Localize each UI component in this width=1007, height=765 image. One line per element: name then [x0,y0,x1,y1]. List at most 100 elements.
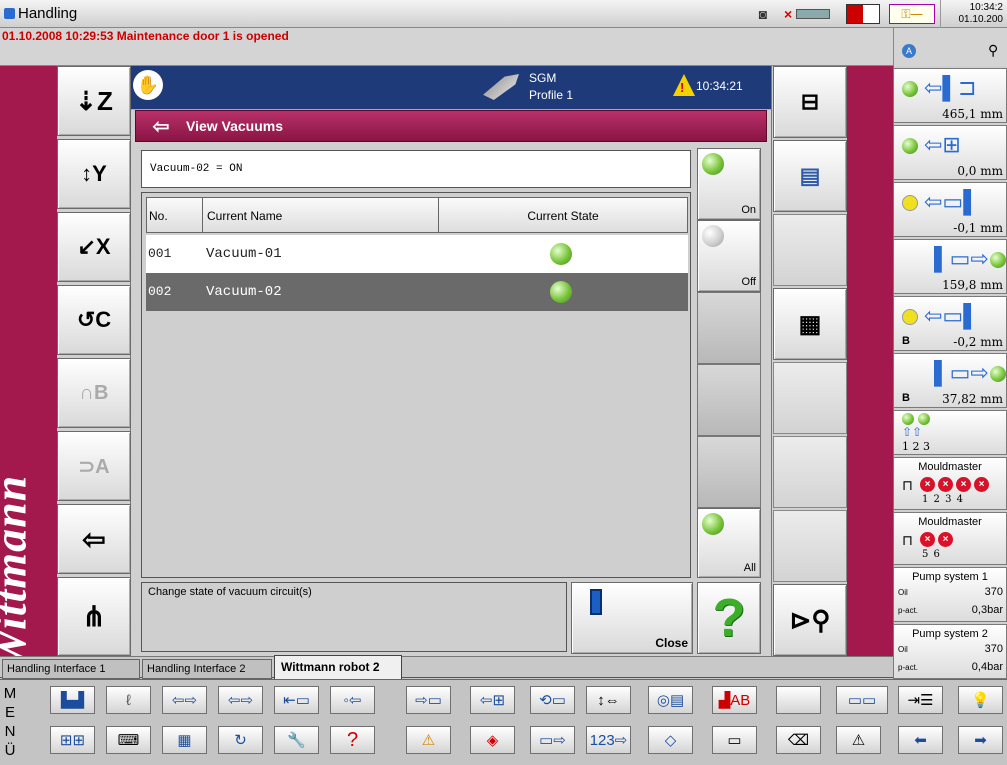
mould-circuit-3-icon: × [956,477,971,492]
axis-z-position[interactable]: ⇦▌⊐ 465,1 mm [893,68,1007,123]
mouldmaster-2[interactable]: Mouldmaster ⊓ × × 5 6 [893,512,1007,565]
connection-icon[interactable]: ⚲ [988,42,998,59]
mouldmaster-1[interactable]: Mouldmaster ⊓ × × × × 1 2 3 4 [893,457,1007,510]
axis-x-pos-icon: ⇦▭▌ [924,189,979,214]
axis-home-icon: ⇤▭ [283,692,310,709]
teach-mode-button[interactable]: ▙▟ [50,686,95,714]
pump-system-1[interactable]: Pump system 1 Oil 370 p-act. 0,3bar [893,567,1007,622]
axis-c-button[interactable]: ↺C [57,285,131,355]
temperature-button[interactable]: ℓ [106,686,151,714]
gripper-move-icon: ⇨▭ [415,692,442,709]
alarm-button[interactable]: ⚠ [406,726,451,754]
hand-mode-icon[interactable]: ✋ [133,70,163,100]
axis-move-button-2[interactable]: ⇦⇨ [218,686,263,714]
axis-x-position[interactable]: ⇦▭▌ -0,1 mm [893,182,1007,237]
vacuum-title-icon: ⇦ [152,115,170,138]
network-button[interactable]: ⊞⊞ [50,726,95,754]
io-button[interactable]: ⊳⚲ [773,584,847,656]
rotation-icon: ⟲▭ [539,692,566,709]
close-button[interactable]: Close [571,582,693,654]
computer-button[interactable]: ▭ [712,726,757,754]
axis-z-button[interactable]: ⇣Z [57,66,131,136]
menu-label[interactable]: M E N Ü [0,684,20,764]
user-key-icon[interactable]: ⚿━ [889,4,935,24]
export-button[interactable]: ▭⇨ [530,726,575,754]
main-area: ✋ SGM Profile 1 ! 10:34:21 ⇦ View Vacuum… [131,66,771,656]
axis-a-icon: ⊃A [78,455,110,478]
reset-button[interactable]: ↻ [218,726,263,754]
all-led-icon [702,513,724,535]
sequence-button[interactable]: ▤ [773,140,847,212]
tab-wittmann-robot-2[interactable]: Wittmann robot 2 [274,655,402,679]
camera-icon[interactable]: ◙ [752,5,774,23]
eraser-button[interactable]: ⌫ [776,726,821,754]
transfer-button[interactable]: ◇ [648,726,693,754]
tab-handling-interface-1[interactable]: Handling Interface 1 [2,659,140,679]
axis-y-position[interactable]: ⇦⊞ 0,0 mm [893,125,1007,180]
gripper-view-button[interactable]: ⋔ [57,577,131,656]
axis-a-button[interactable]: ⊃A [57,431,131,501]
app-icon [4,8,15,19]
help-button[interactable]: ? [697,582,761,654]
warning-toolbar-button[interactable]: ⚠ [836,726,881,754]
mould-move-icon: ⇦⊞ [479,692,506,709]
gripper-1-led [902,413,914,425]
axis-y-button[interactable]: ↕Y [57,139,131,209]
vacuum-move-icon: ◦⇦ [343,692,362,709]
vacuum-status-field: Vacuum-02 = ON [141,150,691,188]
tab-handling-interface-2[interactable]: Handling Interface 2 [142,659,272,679]
service-button[interactable]: 🔧 [274,726,319,754]
ab-switch-button[interactable]: ▟AB [712,686,757,714]
conveyor-belt-button[interactable]: ▭▭ [836,686,888,714]
vacuum-table: No. Current Name Current State 001 Vacuu… [141,192,691,578]
axis-home-button[interactable]: ⇤▭ [274,686,319,714]
axis-x-button[interactable]: ↙X [57,212,131,282]
mould-move-button[interactable]: ⇦⊞ [470,686,515,714]
axis-b-position[interactable]: ⇦▭▌ B -0,2 mm [893,296,1007,351]
forward-button[interactable]: ➡ [958,726,1003,754]
chart-button[interactable]: ▦ [162,726,207,754]
axis-c-position[interactable]: ▌▭⇨ 159,8 mm [893,239,1007,294]
alarm-bar[interactable]: 01.10.2008 10:29:53 Maintenance door 1 i… [0,28,893,66]
program-list-button[interactable]: ⇥☰ [898,686,943,714]
vacuum-move-button[interactable]: ◦⇦ [330,686,375,714]
all-button[interactable]: All [697,508,761,578]
table-row[interactable]: 001 Vacuum-01 [146,235,688,273]
axis-a-position[interactable]: ▌▭⇨ B 37,82 mm [893,353,1007,408]
pump-system-2[interactable]: Pump system 2 Oil 370 p-act. 0,4bar [893,624,1007,679]
rob-button[interactable]: ↕⇔ [586,686,631,714]
program-list-icon: ⇥☰ [907,692,934,709]
status-corner: A ⚲ [893,28,1007,66]
boxes-icon: ▦ [798,310,822,338]
palletizing-button[interactable]: ▦ [773,288,847,360]
toolbar-help-button[interactable]: ? [330,726,375,754]
info-button[interactable]: 💡 [958,686,1003,714]
vacuum-view-button[interactable]: ⇦ [57,504,131,574]
auto-mode-icon[interactable]: A [902,44,916,58]
conveyor-button[interactable]: ⊟ [773,66,847,138]
axis-b-button[interactable]: ∩B [57,358,131,428]
on-button[interactable]: On [697,148,761,220]
keyboard-button[interactable]: ⌨ [106,726,151,754]
back-button[interactable]: ⬅ [898,726,943,754]
signal-button[interactable]: ◈ [470,726,515,754]
header-time: 10:34:21 [696,79,743,93]
count-button[interactable]: 123⇨ [586,726,631,754]
off-button[interactable]: Off [697,220,761,292]
teach-icon: ▙▟ [60,692,85,709]
axis-x-icon: ↙X [77,234,111,259]
vacuum-icon: ⇦ [82,523,106,555]
gripper-status[interactable]: ⇧⇧ 1 2 3 [893,410,1007,455]
counter-button[interactable]: ◎▤ [648,686,693,714]
counter-icon: ◎▤ [656,692,685,709]
table-row-selected[interactable]: 002 Vacuum-02 [146,273,688,311]
language-flag-icon[interactable] [846,4,880,24]
robot-status-icon[interactable]: × [784,4,840,24]
gripper-move-button[interactable]: ⇨▭ [406,686,451,714]
axis-move-button-1[interactable]: ⇦⇨ [162,686,207,714]
axis-c-icon: ↺C [76,307,112,332]
reset-icon: ↻ [234,732,247,749]
menu-letter: M [3,685,17,702]
rotation-button[interactable]: ⟲▭ [530,686,575,714]
mouldmaster-2-numbers: 5 6 [922,549,940,560]
